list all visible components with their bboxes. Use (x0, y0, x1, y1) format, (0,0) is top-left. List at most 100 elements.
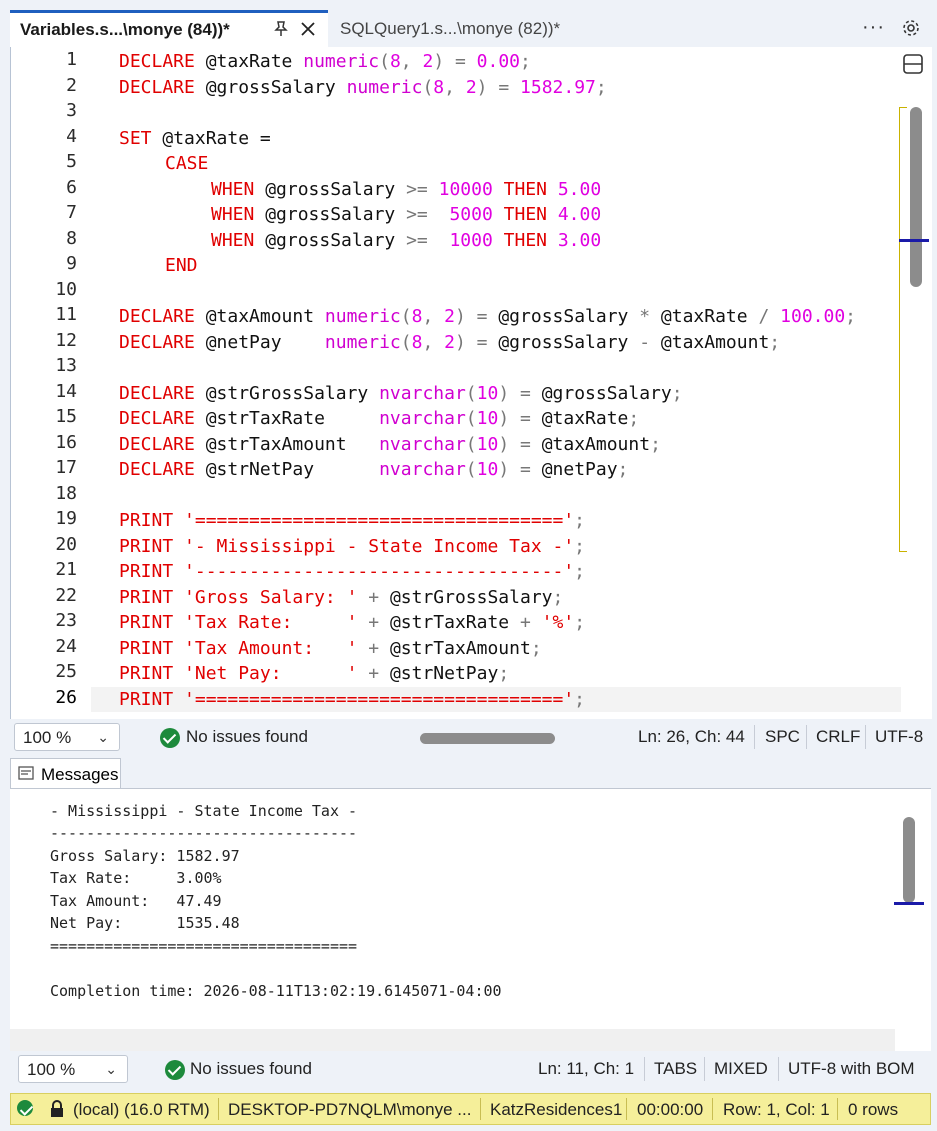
indentation-mode[interactable]: TABS (654, 1059, 697, 1079)
line-number: 16 (55, 432, 77, 453)
document-tab-bar: Variables.s...\monye (84))* SQLQuery1.s.… (10, 10, 931, 47)
change-tracking-bar (899, 107, 907, 552)
code-line: END (165, 255, 198, 276)
output-line: Tax Rate: 3.00% (50, 869, 222, 887)
cursor-position[interactable]: Ln: 26, Ch: 44 (638, 727, 745, 747)
zoom-select[interactable]: 100 % ⌄ (18, 1055, 128, 1083)
line-number: 10 (55, 279, 77, 300)
server-name[interactable]: (local) (16.0 RTM) (73, 1100, 210, 1120)
line-number: 4 (66, 126, 77, 147)
code-line: WHEN @grossSalary >= 1000 THEN 3.00 (211, 230, 602, 251)
messages-status-bar: 100 % ⌄ No issues found Ln: 11, Ch: 1 TA… (10, 1051, 931, 1087)
code-line: PRINT 'Tax Amount: ' + @strTaxAmount; (119, 638, 542, 659)
line-number: 6 (66, 177, 77, 198)
scrollbar-caret-marker (899, 239, 929, 242)
line-number-current: 26 (55, 687, 77, 708)
line-number: 19 (55, 508, 77, 529)
completion-time: Completion time: 2026-08-11T13:02:19.614… (50, 982, 502, 1000)
cursor-position[interactable]: Ln: 11, Ch: 1 (538, 1059, 634, 1079)
code-editor[interactable]: 1 2 3 4 5 6 7 8 9 10 11 12 13 14 15 16 1… (10, 47, 932, 719)
editor-vertical-scrollbar[interactable] (910, 107, 922, 287)
connected-check-icon (17, 1100, 33, 1116)
divider (837, 1098, 838, 1120)
output-line: Tax Amount: 47.49 (50, 892, 222, 910)
tab-messages[interactable]: Messages (10, 758, 121, 788)
code-line: PRINT '=================================… (119, 510, 586, 531)
code-line: WHEN @grossSalary >= 10000 THEN 5.00 (211, 179, 602, 200)
output-footer-area (10, 1029, 895, 1051)
code-line: DECLARE @strGrossSalary nvarchar(10) = @… (119, 383, 683, 404)
line-number: 11 (55, 304, 77, 325)
line-number: 21 (55, 559, 77, 580)
line-number: 14 (55, 381, 77, 402)
line-number: 1 (66, 49, 77, 70)
divider (865, 725, 866, 749)
line-number: 17 (55, 457, 77, 478)
line-number: 13 (55, 355, 77, 376)
check-circle-icon (165, 1060, 185, 1080)
gear-icon[interactable] (901, 18, 921, 38)
line-number: 23 (55, 610, 77, 631)
divider (480, 1098, 481, 1120)
chevron-down-icon: ⌄ (97, 729, 109, 745)
tab-variables[interactable]: Variables.s...\monye (84))* (10, 10, 328, 47)
database-name[interactable]: KatzResidences1 (490, 1100, 622, 1120)
code-line: PRINT '- Mississippi - State Income Tax … (119, 536, 586, 557)
tab-sqlquery1[interactable]: SQLQuery1.s...\monye (82))* (340, 10, 600, 47)
line-number: 25 (55, 661, 77, 682)
line-number: 2 (66, 75, 77, 96)
code-line: DECLARE @taxRate numeric(8, 2) = 0.00; (119, 51, 531, 72)
pin-icon[interactable] (272, 20, 290, 38)
output-line: Gross Salary: 1582.97 (50, 847, 240, 865)
code-line: DECLARE @taxAmount numeric(8, 2) = @gros… (119, 306, 857, 327)
close-icon[interactable] (300, 21, 316, 37)
line-number: 9 (66, 253, 77, 274)
user-name[interactable]: DESKTOP-PD7NQLM\monye ... (228, 1100, 471, 1120)
code-line: PRINT 'Net Pay: ' + @strNetPay; (119, 663, 510, 684)
code-line: DECLARE @strNetPay nvarchar(10) = @netPa… (119, 459, 629, 480)
indentation-mode[interactable]: SPC (765, 727, 800, 747)
code-line: DECLARE @netPay numeric(8, 2) = @grossSa… (119, 332, 781, 353)
code-line: PRINT 'Tax Rate: ' + @strTaxRate + '%'; (119, 612, 586, 633)
connection-status-bar: (local) (16.0 RTM) DESKTOP-PD7NQLM\monye… (10, 1093, 931, 1125)
lock-icon (51, 1100, 63, 1117)
line-ending[interactable]: CRLF (816, 727, 860, 747)
line-number: 18 (55, 483, 77, 504)
divider (754, 725, 755, 749)
code-line: WHEN @grossSalary >= 5000 THEN 4.00 (211, 204, 602, 225)
messages-output[interactable]: - Mississippi - State Income Tax - -----… (10, 788, 931, 1051)
line-number-gutter: 1 2 3 4 5 6 7 8 9 10 11 12 13 14 15 16 1… (11, 47, 89, 719)
split-editor-icon[interactable] (901, 51, 925, 77)
chevron-down-icon: ⌄ (105, 1061, 117, 1077)
divider (778, 1057, 779, 1081)
line-number: 12 (55, 330, 77, 351)
editor-horizontal-scrollbar[interactable] (420, 733, 555, 744)
file-encoding[interactable]: UTF-8 (875, 727, 923, 747)
zoom-select[interactable]: 100 % ⌄ (14, 723, 120, 751)
messages-vertical-scrollbar[interactable] (903, 817, 915, 903)
scrollbar-caret-marker (894, 902, 924, 905)
line-number: 15 (55, 406, 77, 427)
line-number: 20 (55, 534, 77, 555)
issues-status[interactable]: No issues found (186, 727, 308, 747)
divider (626, 1098, 627, 1120)
divider (644, 1057, 645, 1081)
code-line: CASE (165, 153, 209, 174)
tab-title: SQLQuery1.s...\monye (82))* (340, 18, 561, 38)
line-number: 8 (66, 228, 77, 249)
tab-title: Variables.s...\monye (84))* (20, 20, 230, 39)
output-line: ---------------------------------- (50, 824, 358, 842)
more-options-icon[interactable]: ··· (862, 16, 885, 39)
output-line: - Mississippi - State Income Tax - (50, 802, 358, 820)
line-number: 7 (66, 202, 77, 223)
line-ending[interactable]: MIXED (714, 1059, 768, 1079)
code-line: SET @taxRate = (119, 128, 271, 149)
line-number: 3 (66, 100, 77, 121)
code-line: PRINT '---------------------------------… (119, 561, 586, 582)
editor-status-bar: 100 % ⌄ No issues found Ln: 26, Ch: 44 S… (10, 719, 931, 755)
row-count: 0 rows (848, 1100, 899, 1119)
file-encoding[interactable]: UTF-8 with BOM (788, 1059, 915, 1079)
code-line-current: PRINT '=================================… (119, 689, 586, 710)
divider (218, 1098, 219, 1120)
issues-status[interactable]: No issues found (190, 1059, 312, 1079)
